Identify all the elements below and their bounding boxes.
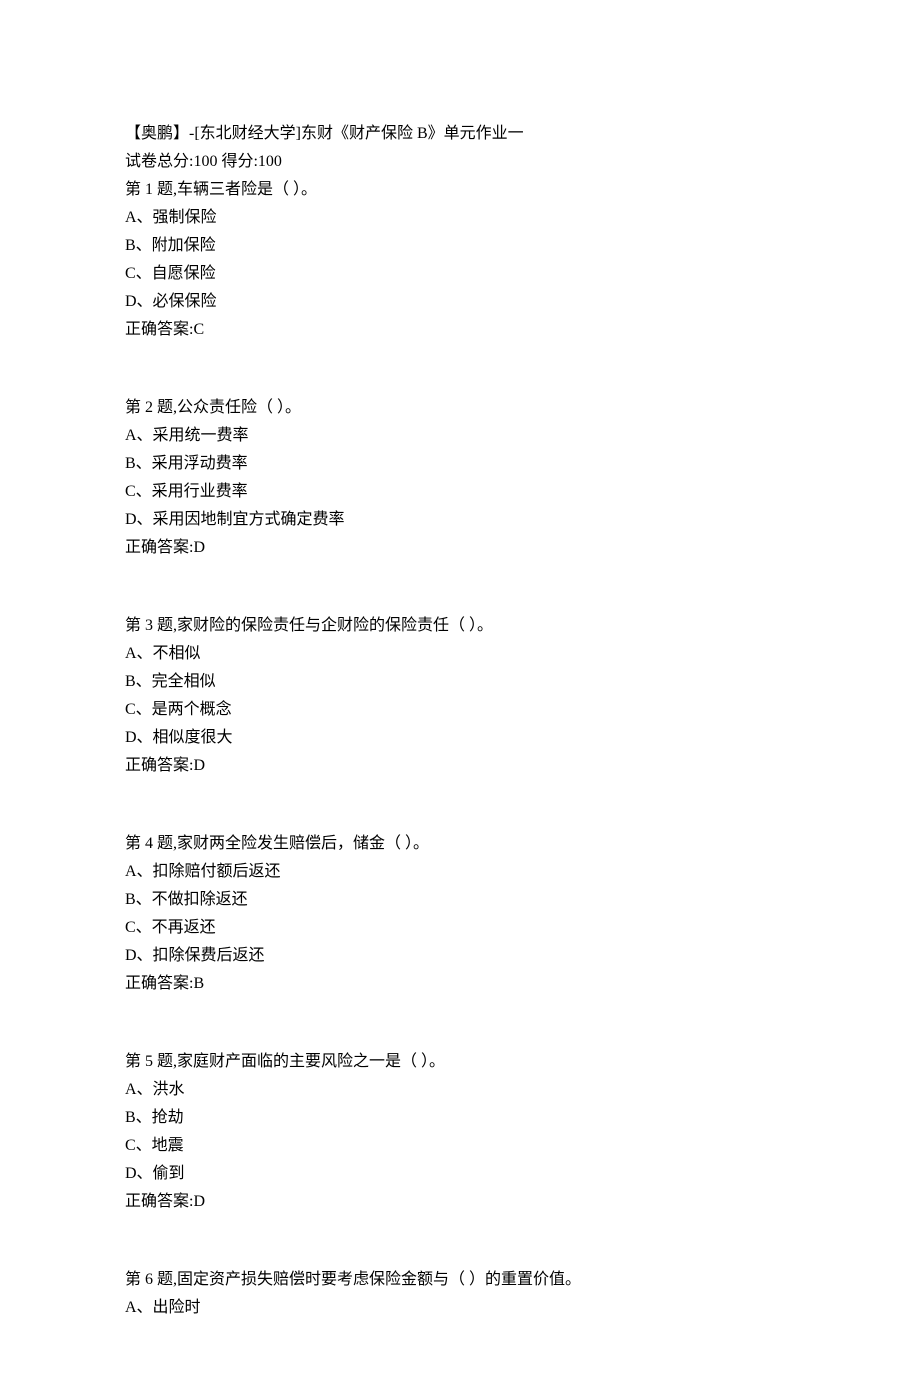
question-prompt: 第 1 题,车辆三者险是（ ）。 bbox=[125, 176, 795, 204]
question-option: B、不做扣除返还 bbox=[125, 886, 795, 914]
question-option: C、自愿保险 bbox=[125, 260, 795, 288]
question-block: 第 4 题,家财两全险发生赔偿后，储金（ ）。A、扣除赔付额后返还B、不做扣除返… bbox=[125, 830, 795, 998]
question-option: A、洪水 bbox=[125, 1076, 795, 1104]
question-option: A、不相似 bbox=[125, 640, 795, 668]
document-header: 【奥鹏】-[东北财经大学]东财《财产保险 B》单元作业一 试卷总分:100 得分… bbox=[125, 120, 795, 176]
question-option: B、完全相似 bbox=[125, 668, 795, 696]
question-prompt: 第 4 题,家财两全险发生赔偿后，储金（ ）。 bbox=[125, 830, 795, 858]
question-prompt: 第 5 题,家庭财产面临的主要风险之一是（ ）。 bbox=[125, 1048, 795, 1076]
document-title: 【奥鹏】-[东北财经大学]东财《财产保险 B》单元作业一 bbox=[125, 120, 795, 148]
question-prompt: 第 6 题,固定资产损失赔偿时要考虑保险金额与（ ）的重置价值。 bbox=[125, 1266, 795, 1294]
question-option: D、必保保险 bbox=[125, 288, 795, 316]
question-block: 第 5 题,家庭财产面临的主要风险之一是（ ）。A、洪水B、抢劫C、地震D、偷到… bbox=[125, 1048, 795, 1216]
question-option: B、采用浮动费率 bbox=[125, 450, 795, 478]
question-option: C、地震 bbox=[125, 1132, 795, 1160]
question-answer: 正确答案:D bbox=[125, 1188, 795, 1216]
question-answer: 正确答案:D bbox=[125, 752, 795, 780]
question-option: A、扣除赔付额后返还 bbox=[125, 858, 795, 886]
question-option: B、附加保险 bbox=[125, 232, 795, 260]
question-option: D、偷到 bbox=[125, 1160, 795, 1188]
question-option: B、抢劫 bbox=[125, 1104, 795, 1132]
question-block: 第 2 题,公众责任险（ ）。A、采用统一费率B、采用浮动费率C、采用行业费率D… bbox=[125, 394, 795, 562]
question-block: 第 1 题,车辆三者险是（ ）。A、强制保险B、附加保险C、自愿保险D、必保保险… bbox=[125, 176, 795, 344]
score-line: 试卷总分:100 得分:100 bbox=[125, 148, 795, 176]
question-block: 第 3 题,家财险的保险责任与企财险的保险责任（ ）。A、不相似B、完全相似C、… bbox=[125, 612, 795, 780]
question-option: D、采用因地制宜方式确定费率 bbox=[125, 506, 795, 534]
question-option: C、是两个概念 bbox=[125, 696, 795, 724]
question-option: D、相似度很大 bbox=[125, 724, 795, 752]
question-option: A、采用统一费率 bbox=[125, 422, 795, 450]
question-option: A、强制保险 bbox=[125, 204, 795, 232]
question-prompt: 第 3 题,家财险的保险责任与企财险的保险责任（ ）。 bbox=[125, 612, 795, 640]
question-answer: 正确答案:D bbox=[125, 534, 795, 562]
question-answer: 正确答案:B bbox=[125, 970, 795, 998]
questions-container: 第 1 题,车辆三者险是（ ）。A、强制保险B、附加保险C、自愿保险D、必保保险… bbox=[125, 176, 795, 1322]
question-option: A、出险时 bbox=[125, 1294, 795, 1322]
question-option: C、不再返还 bbox=[125, 914, 795, 942]
question-answer: 正确答案:C bbox=[125, 316, 795, 344]
question-option: D、扣除保费后返还 bbox=[125, 942, 795, 970]
question-block: 第 6 题,固定资产损失赔偿时要考虑保险金额与（ ）的重置价值。A、出险时 bbox=[125, 1266, 795, 1322]
question-option: C、采用行业费率 bbox=[125, 478, 795, 506]
question-prompt: 第 2 题,公众责任险（ ）。 bbox=[125, 394, 795, 422]
